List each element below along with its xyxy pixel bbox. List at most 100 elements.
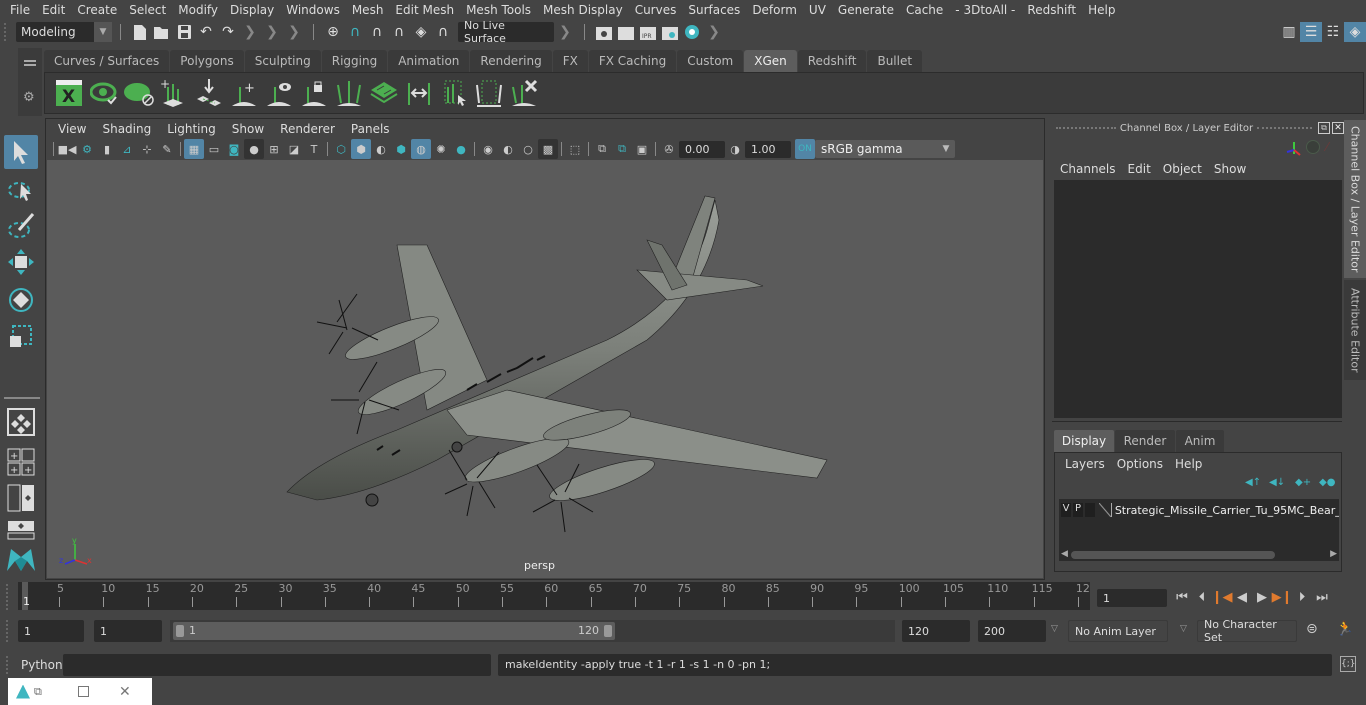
step-back-key-icon[interactable]: ❙◀	[1212, 587, 1233, 607]
channel-menu-channels[interactable]: Channels	[1054, 162, 1122, 176]
xgen-library-icon[interactable]: X	[51, 76, 86, 110]
attribute-editor-icon[interactable]: ☰	[1300, 22, 1322, 42]
hypershade-icon[interactable]	[681, 22, 703, 42]
select-camera-icon[interactable]: ■◀	[57, 139, 77, 159]
menu-display[interactable]: Display	[224, 3, 280, 17]
exposure-field[interactable]: 0.00	[679, 140, 725, 158]
side-tab-attribute-editor[interactable]: Attribute Editor	[1344, 280, 1366, 380]
horizontal-scrollbar[interactable]: ◀ ▶	[1059, 549, 1339, 561]
command-input[interactable]	[63, 654, 491, 676]
bookmark-icon[interactable]: ▮	[97, 139, 117, 159]
shelf-tab-polygons[interactable]: Polygons	[170, 50, 244, 72]
shelf-tab-bullet[interactable]: Bullet	[867, 50, 923, 72]
mode-selector[interactable]: Modeling ▼	[16, 22, 112, 42]
range-end-handle[interactable]	[604, 625, 612, 637]
add-guide-icon[interactable]: +	[156, 76, 191, 110]
end-time-field[interactable]: 200	[978, 620, 1046, 642]
paint-select-tool-icon[interactable]	[4, 209, 38, 243]
menu-mesh-tools[interactable]: Mesh Tools	[460, 3, 537, 17]
live-surface-field[interactable]: No Live Surface	[458, 19, 554, 45]
shelf-tab-fx-caching[interactable]: FX Caching	[588, 50, 677, 72]
command-grip[interactable]	[6, 656, 10, 674]
restore-icon[interactable]: ⧉	[34, 685, 48, 699]
motion-blur-icon[interactable]: ◐	[498, 139, 518, 159]
start-time-field[interactable]: 1	[18, 620, 84, 642]
gamma-icon[interactable]: ◑	[725, 139, 745, 159]
channel-menu-edit[interactable]: Edit	[1122, 162, 1157, 176]
layer-menu-help[interactable]: Help	[1169, 457, 1208, 471]
menu-windows[interactable]: Windows	[280, 3, 346, 17]
menu-redshift[interactable]: Redshift	[1021, 3, 1082, 17]
shelf-tab-fx[interactable]: FX	[552, 50, 588, 72]
menu-create[interactable]: Create	[71, 3, 123, 17]
xgen-preview-icon[interactable]	[86, 76, 121, 110]
default-material-icon[interactable]: ⬢	[391, 139, 411, 159]
save-scene-icon[interactable]	[173, 22, 195, 42]
shelf-tab-sculpting[interactable]: Sculpting	[244, 50, 321, 72]
select-guides-icon[interactable]	[436, 76, 471, 110]
rotate-tool-icon[interactable]	[4, 283, 38, 317]
render-settings-icon[interactable]	[659, 22, 681, 42]
pin-icon[interactable]: ⁄	[1326, 140, 1328, 154]
collapse-arrow-icon[interactable]: ❯	[261, 22, 283, 42]
chevron-down-icon[interactable]: ▽	[1180, 624, 1187, 634]
playback-end-field[interactable]: 120	[902, 620, 970, 642]
channel-menu-object[interactable]: Object	[1157, 162, 1208, 176]
color-space-dropdown[interactable]: sRGB gamma ▼	[815, 140, 955, 158]
layer-row[interactable]: V P Strategic_Missile_Carrier_Tu_95MC_Be…	[1061, 502, 1339, 518]
snap-to-point-icon[interactable]: ∩	[366, 22, 388, 42]
menu-help[interactable]: Help	[1082, 3, 1121, 17]
delete-guide-icon[interactable]	[506, 76, 541, 110]
render-view-icon[interactable]	[593, 22, 615, 42]
make-live-icon[interactable]: ∩	[432, 22, 454, 42]
snap-to-view-plane-icon[interactable]: ∩	[388, 22, 410, 42]
menu-curves[interactable]: Curves	[629, 3, 683, 17]
viewport-menu-view[interactable]: View	[50, 122, 94, 136]
viewport-menu-shading[interactable]: Shading	[94, 122, 159, 136]
collapse-arrow-icon[interactable]: ❯	[703, 22, 725, 42]
color-management-toggle-icon[interactable]: ON	[795, 139, 815, 159]
layer-menu-layers[interactable]: Layers	[1059, 457, 1111, 471]
animation-preferences-icon[interactable]: 🏃	[1336, 621, 1353, 637]
screen-space-ao-icon[interactable]: ◉	[478, 139, 498, 159]
deselect-guides-icon[interactable]	[471, 76, 506, 110]
menu-3dtoall[interactable]: - 3DtoAll -	[949, 3, 1021, 17]
new-scene-icon[interactable]	[129, 22, 151, 42]
camera-attributes-icon[interactable]: ⚙	[77, 139, 97, 159]
layer-tab-render[interactable]: Render	[1115, 430, 1175, 452]
panel-divider[interactable]	[1052, 421, 1342, 422]
side-tab-channel-box[interactable]: Channel Box / Layer Editor	[1344, 120, 1366, 278]
anti-aliasing-icon[interactable]: ○	[518, 139, 538, 159]
xray-icon[interactable]: ⧉	[592, 139, 612, 159]
safe-action-icon[interactable]: ◪	[284, 139, 304, 159]
shelf-tab-xgen[interactable]: XGen	[744, 50, 797, 72]
gear-icon[interactable]: ⚙	[23, 90, 35, 105]
step-forward-frame-icon[interactable]: ⏵	[1292, 587, 1312, 607]
menu-surfaces[interactable]: Surfaces	[682, 3, 746, 17]
menu-select[interactable]: Select	[123, 3, 172, 17]
menu-modify[interactable]: Modify	[172, 3, 224, 17]
collapse-arrow-icon[interactable]: ❯	[554, 22, 576, 42]
menu-uv[interactable]: UV	[803, 3, 832, 17]
range-grip[interactable]	[6, 620, 10, 642]
grip-handle[interactable]	[1056, 127, 1116, 129]
script-editor-icon[interactable]: {;}	[1340, 656, 1356, 672]
ipr-render-icon[interactable]: IPR	[637, 22, 659, 42]
layer-menu-options[interactable]: Options	[1111, 457, 1169, 471]
show-guide-icon[interactable]	[261, 76, 296, 110]
go-to-start-icon[interactable]: ⏮	[1172, 587, 1192, 607]
shelf-tab-custom[interactable]: Custom	[677, 50, 744, 72]
snap-to-surface-icon[interactable]: ◈	[410, 22, 432, 42]
guide-to-curve-icon[interactable]	[401, 76, 436, 110]
viewport-menu-lighting[interactable]: Lighting	[159, 122, 224, 136]
move-layer-down-icon[interactable]: ◀↓	[1269, 477, 1285, 488]
channel-menu-show[interactable]: Show	[1208, 162, 1252, 176]
scrollbar-thumb[interactable]	[1071, 551, 1275, 559]
layer-tab-anim[interactable]: Anim	[1176, 430, 1224, 452]
grid-icon[interactable]: ▦	[184, 139, 204, 159]
channel-list[interactable]	[1054, 180, 1342, 418]
shelf-tab-animation[interactable]: Animation	[388, 50, 470, 72]
image-plane-icon[interactable]: ⊿	[117, 139, 137, 159]
current-frame-field[interactable]: 1	[1097, 589, 1167, 607]
maximize-icon[interactable]	[78, 686, 89, 697]
